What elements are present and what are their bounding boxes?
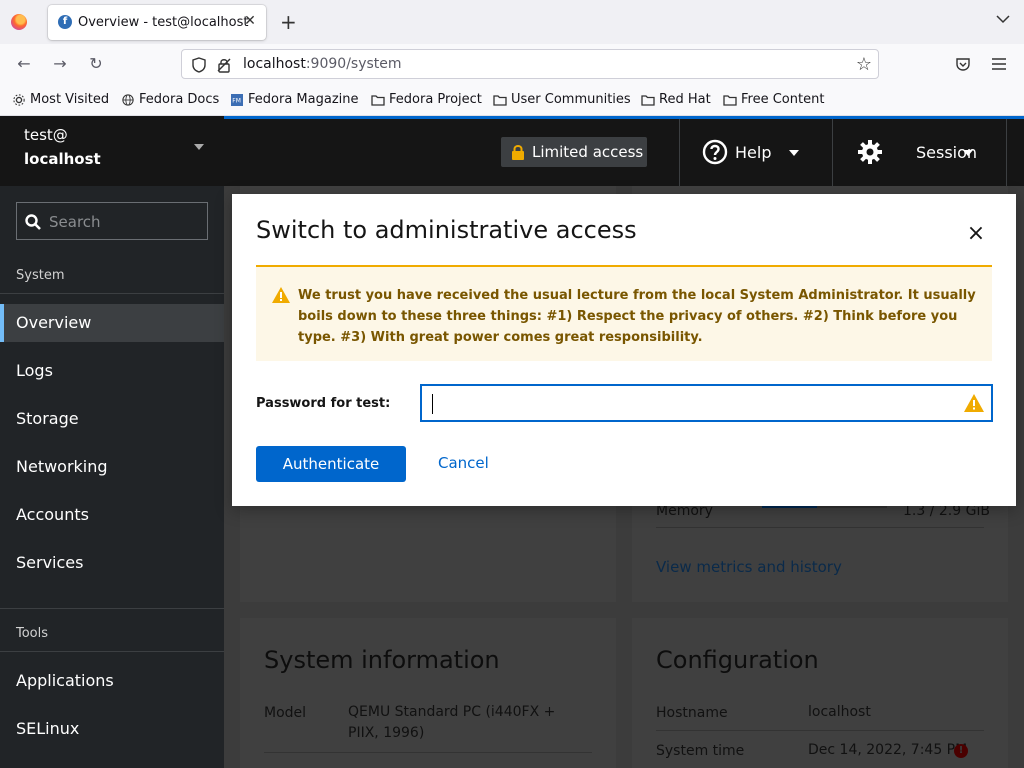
folder-icon: [371, 94, 385, 106]
modal-title: Switch to administrative access: [256, 216, 637, 244]
bookmark-star-icon[interactable]: ☆: [856, 54, 872, 75]
pocket-icon[interactable]: [955, 56, 971, 72]
bookmarks-bar: Most Visited Fedora Docs FM Fedora Magaz…: [0, 84, 1024, 116]
sidebar-item-storage[interactable]: Storage: [0, 400, 224, 438]
bookmark-fedora-project[interactable]: Fedora Project: [371, 92, 482, 107]
divider: [1006, 119, 1007, 186]
card-title: Configuration: [656, 646, 819, 674]
divider: [679, 119, 680, 186]
help-icon: [702, 139, 728, 165]
divider: [656, 527, 984, 528]
bookmark-most-visited[interactable]: Most Visited: [12, 92, 109, 107]
sidebar-item-networking[interactable]: Networking: [0, 448, 224, 486]
gear-icon: [858, 140, 882, 164]
password-input[interactable]: [431, 391, 951, 415]
divider: [656, 730, 984, 731]
url-bar[interactable]: localhost:9090/system ☆: [181, 49, 879, 79]
divider: [264, 752, 592, 753]
reload-icon[interactable]: ↻: [86, 54, 106, 74]
text-cursor: [432, 394, 433, 414]
globe-icon: [122, 93, 134, 106]
section-label-system: System: [16, 268, 65, 283]
divider: [0, 651, 224, 652]
bookmark-free-content[interactable]: Free Content: [723, 92, 824, 107]
model-label: Model: [264, 705, 307, 721]
session-button[interactable]: Session: [857, 119, 1002, 186]
caret-down-icon: [963, 150, 973, 156]
hostname-value[interactable]: localhost: [808, 702, 871, 723]
host-switcher[interactable]: test@ localhost: [0, 116, 224, 186]
sidebar-item-applications[interactable]: Applications: [0, 662, 224, 700]
cancel-button[interactable]: Cancel: [438, 454, 489, 472]
firefox-icon[interactable]: [11, 14, 27, 30]
sidebar-item-selinux[interactable]: SELinux: [0, 710, 224, 748]
hamburger-menu-icon[interactable]: [991, 57, 1007, 71]
password-field[interactable]: [420, 384, 993, 422]
caret-down-icon: [194, 144, 204, 150]
warning-icon: [272, 287, 290, 303]
browser-tab[interactable]: f Overview - test@localhost ✕: [48, 5, 266, 40]
folder-icon: [493, 94, 507, 106]
configuration-card: Configuration Hostname localhost System …: [632, 618, 1008, 768]
bookmark-fedora-magazine[interactable]: FM Fedora Magazine: [230, 92, 359, 107]
close-icon[interactable]: ×: [966, 223, 986, 245]
sidebar-item-accounts[interactable]: Accounts: [0, 496, 224, 534]
sidebar: test@ localhost System Overview Logs Sto…: [0, 116, 224, 768]
bookmark-red-hat[interactable]: Red Hat: [641, 92, 711, 107]
shield-icon[interactable]: [192, 57, 206, 73]
divider: [0, 608, 224, 609]
sidebar-search[interactable]: [16, 202, 208, 240]
search-icon: [25, 214, 41, 230]
browser-nav-bar: ← → ↻ localhost:9090/system ☆: [0, 44, 1024, 84]
system-time-label: System time: [656, 743, 745, 759]
section-label-tools: Tools: [16, 626, 49, 641]
bookmark-user-communities[interactable]: User Communities: [493, 92, 631, 107]
bookmark-fedora-docs[interactable]: Fedora Docs: [121, 92, 219, 107]
model-value: QEMU Standard PC (i440FX + PIIX, 1996): [348, 704, 556, 741]
hostname-label: Hostname: [656, 705, 728, 721]
host-user: test@: [24, 126, 68, 144]
caret-down-icon: [789, 150, 799, 156]
masthead: Limited access Help Session: [224, 119, 1024, 186]
close-tab-icon[interactable]: ✕: [242, 13, 258, 29]
sidebar-item-logs[interactable]: Logs: [0, 352, 224, 390]
system-info-card: System information Model QEMU Standard P…: [240, 618, 616, 768]
host-name: localhost: [24, 150, 101, 168]
chevron-down-icon[interactable]: [996, 12, 1010, 26]
error-icon: !: [954, 744, 968, 758]
search-input[interactable]: [49, 211, 199, 233]
help-label: Help: [735, 143, 772, 162]
cockpit-favicon-icon: f: [58, 15, 72, 29]
lock-icon: [512, 145, 524, 160]
browser-tab-bar: f Overview - test@localhost ✕ +: [0, 0, 1024, 44]
divider: [832, 119, 833, 186]
authenticate-button[interactable]: Authenticate: [256, 446, 406, 482]
limited-access-label: Limited access: [532, 143, 644, 161]
folder-icon: [723, 94, 737, 106]
card-title: System information: [264, 646, 500, 674]
page-info-icon[interactable]: [216, 57, 232, 73]
view-metrics-link[interactable]: View metrics and history: [656, 558, 842, 576]
forward-arrow-icon[interactable]: →: [50, 54, 70, 74]
new-tab-icon[interactable]: +: [280, 11, 297, 33]
sidebar-item-overview[interactable]: Overview: [0, 304, 224, 342]
admin-access-modal: Switch to administrative access × We tru…: [232, 194, 1016, 506]
folder-icon: [641, 94, 655, 106]
system-time-value[interactable]: Dec 14, 2022, 7:45 PM: [808, 740, 967, 761]
alert-message: We trust you have received the usual lec…: [298, 288, 976, 345]
sidebar-item-services[interactable]: Services: [0, 544, 224, 582]
divider: [0, 293, 224, 294]
limited-access-button[interactable]: Limited access: [501, 137, 647, 167]
warning-icon: [964, 394, 984, 412]
fm-icon: FM: [231, 93, 243, 106]
password-label: Password for test:: [256, 396, 391, 411]
url-text: localhost:9090/system: [243, 56, 402, 72]
svg-text:FM: FM: [232, 97, 241, 104]
gear-icon: [13, 93, 25, 106]
back-arrow-icon[interactable]: ←: [14, 54, 34, 74]
help-button[interactable]: Help: [702, 119, 832, 186]
tab-title: Overview - test@localhost: [78, 15, 249, 30]
warning-alert: We trust you have received the usual lec…: [256, 265, 992, 361]
